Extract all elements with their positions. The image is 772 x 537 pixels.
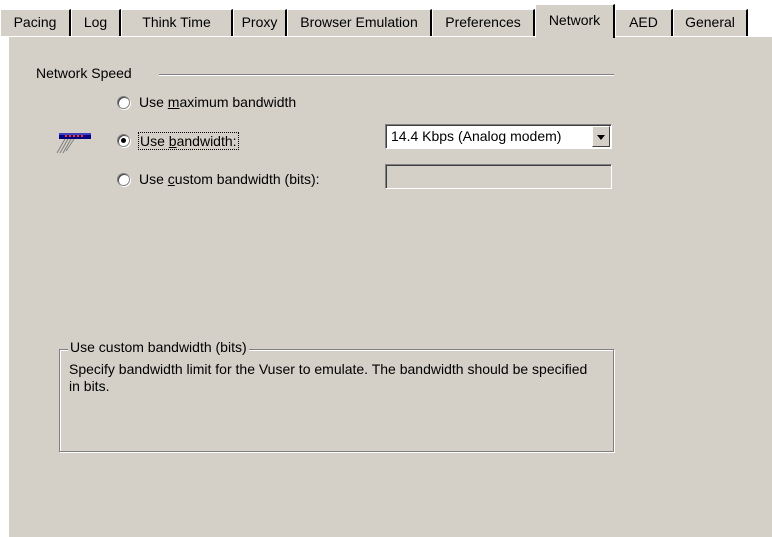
use-custom-bandwidth-label: Use custom bandwidth (bits): — [139, 171, 320, 187]
use-bandwidth-option[interactable]: Use bandwidth: — [117, 132, 267, 150]
use-maximum-bandwidth-radio[interactable] — [117, 96, 130, 109]
custom-bandwidth-input[interactable] — [385, 164, 612, 189]
network-card-icon — [53, 129, 95, 157]
use-custom-bandwidth-radio[interactable] — [117, 173, 130, 186]
tab-browser-emulation[interactable]: Browser Emulation — [287, 9, 432, 36]
bandwidth-select-value: 14.4 Kbps (Analog modem) — [391, 128, 562, 144]
network-speed-group-label: Network Speed — [34, 65, 134, 81]
use-custom-bandwidth-option[interactable]: Use custom bandwidth (bits): — [117, 171, 367, 189]
bandwidth-dropdown-button[interactable] — [592, 126, 610, 147]
help-groupbox-title: Use custom bandwidth (bits) — [68, 339, 249, 355]
use-maximum-bandwidth-label: Use maximum bandwidth — [139, 94, 297, 110]
radio-selected-dot — [121, 138, 126, 143]
network-tab-panel: Network Speed Use maximum bandwidth Use — [8, 36, 772, 537]
chevron-down-icon — [597, 135, 605, 140]
group-separator-highlight — [159, 75, 614, 76]
tab-log[interactable]: Log — [71, 9, 121, 36]
tab-proxy[interactable]: Proxy — [233, 9, 287, 36]
tab-general[interactable]: General — [673, 9, 748, 36]
tab-strip: Pacing Log Think Time Proxy Browser Emul… — [0, 0, 772, 38]
tab-think-time[interactable]: Think Time — [121, 9, 233, 36]
use-maximum-bandwidth-option[interactable]: Use maximum bandwidth — [117, 94, 337, 112]
bandwidth-select[interactable]: 14.4 Kbps (Analog modem) — [385, 124, 612, 149]
use-bandwidth-radio[interactable] — [117, 134, 130, 147]
tab-pacing[interactable]: Pacing — [0, 9, 71, 36]
tab-aed[interactable]: AED — [615, 9, 673, 36]
tab-preferences[interactable]: Preferences — [432, 9, 535, 36]
help-description: Specify bandwidth limit for the Vuser to… — [69, 361, 588, 394]
tab-network[interactable]: Network — [535, 4, 615, 38]
use-bandwidth-label: Use bandwidth: — [138, 132, 239, 150]
